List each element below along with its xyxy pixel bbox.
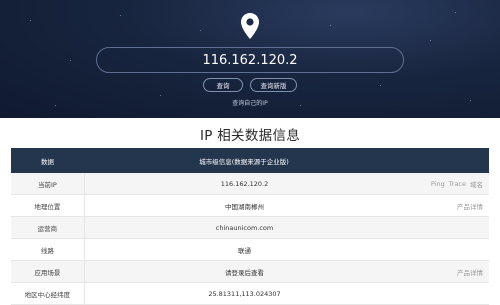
row-actions: 产品详情 [404, 195, 489, 216]
row-actions: Ping Trace 域名 [404, 173, 489, 194]
row-value: chinaunicom.com [83, 217, 404, 238]
row-value: 请登录后查看 [83, 261, 404, 282]
row-label: 当前IP [38, 180, 57, 189]
table-row: 运营商 chinaunicom.com [11, 217, 489, 239]
table-row: 地区中心经纬度 25.81311,113.024307 [11, 283, 489, 305]
row-label: 运营商 [37, 224, 58, 233]
row-label: 线路 [40, 246, 54, 255]
row-value: 中国湖南郴州 [83, 195, 404, 216]
product-details-link[interactable]: 产品详情 [457, 267, 483, 277]
row-actions [404, 239, 489, 260]
row-label: 地理位置 [34, 202, 61, 211]
header-city-info: 城市级信息(数据来源于企业版) [199, 157, 289, 166]
header-data: 数据 [41, 157, 54, 166]
ip-search-input[interactable] [97, 51, 403, 69]
ping-link[interactable]: Ping [431, 180, 445, 188]
trace-link[interactable]: Trace [449, 180, 466, 188]
row-actions: 产品详情 [404, 261, 489, 282]
table-row: 地理位置 中国湖南郴州 产品详情 [11, 195, 489, 217]
row-actions [404, 283, 489, 304]
table-row: 线路 联通 [11, 239, 489, 261]
row-label: 地区中心经纬度 [24, 290, 71, 299]
table-row: 应用场景 请登录后查看 产品详情 [11, 261, 489, 283]
hero-banner: 查询 查询新版 查询自己的IP [0, 0, 500, 118]
row-value: 116.162.120.2 [83, 173, 404, 194]
location-pin-icon [241, 13, 259, 39]
query-new-version-button[interactable]: 查询新版 [250, 78, 297, 92]
query-button[interactable]: 查询 [203, 78, 243, 92]
domain-link[interactable]: 域名 [470, 179, 483, 189]
row-value: 25.81311,113.024307 [83, 283, 404, 304]
ip-search-box[interactable] [96, 47, 404, 73]
row-actions [404, 217, 489, 238]
table-header: 数据 城市级信息(数据来源于企业版) [11, 148, 489, 173]
ip-info-table: 数据 城市级信息(数据来源于企业版) 当前IP 116.162.120.2 Pi… [11, 148, 489, 305]
table-row: 当前IP 116.162.120.2 Ping Trace 域名 [11, 173, 489, 195]
row-label: 应用场景 [34, 268, 61, 277]
table-body: 当前IP 116.162.120.2 Ping Trace 域名 地理位置 中国… [11, 173, 489, 305]
query-my-ip-link[interactable]: 查询自己的IP [0, 98, 500, 107]
header-actions [404, 148, 489, 173]
row-value: 联通 [83, 239, 404, 260]
section-title: IP 相关数据信息 [199, 128, 301, 144]
product-details-link[interactable]: 产品详情 [457, 201, 483, 211]
